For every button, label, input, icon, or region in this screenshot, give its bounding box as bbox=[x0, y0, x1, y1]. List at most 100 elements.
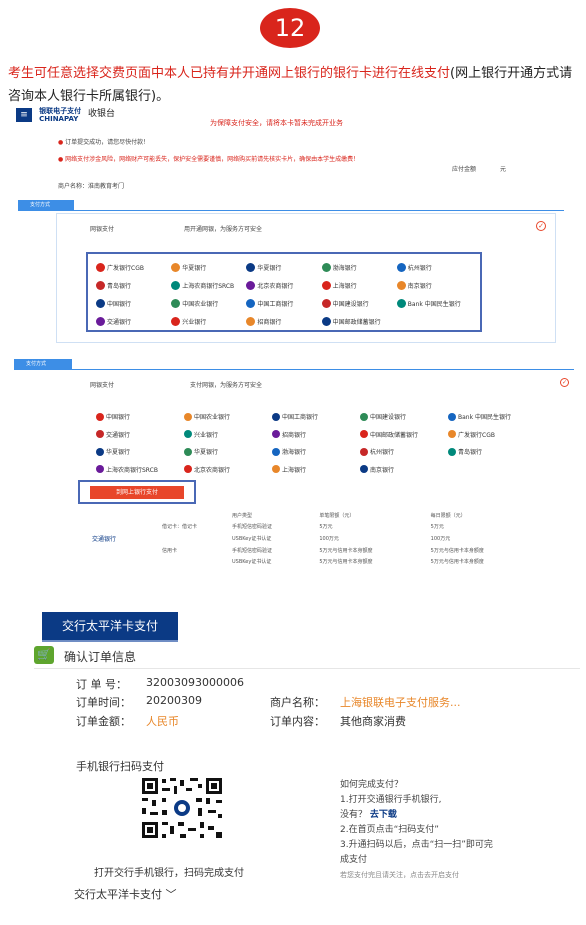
limit-table: 用户类型 单笔限额（元） 每日限额（元） 借记卡：借记卡 手机短信密码验证 5万… bbox=[88, 510, 538, 567]
order-amount-label: 订单金额： bbox=[76, 715, 131, 728]
howto-step: 成支付 bbox=[340, 855, 368, 865]
bank-name: 中国农业银行 bbox=[182, 300, 219, 308]
bocom-card-toggle[interactable]: 交行太平洋卡支付 ﹀ bbox=[74, 886, 177, 902]
howto-step: 没有？ 去下载 bbox=[340, 810, 397, 820]
bank-option[interactable]: 中国银行 bbox=[96, 294, 171, 312]
bank-option[interactable]: 渤海银行 bbox=[272, 443, 360, 460]
bank-name: 中国建设银行 bbox=[370, 414, 407, 421]
bank-option[interactable]: 渤海银行 bbox=[321, 258, 397, 276]
bank-logo-icon bbox=[360, 447, 368, 456]
limit-header: 每日限额（元） bbox=[430, 513, 466, 519]
bank-logo-icon bbox=[272, 447, 280, 456]
bank-logo-icon bbox=[360, 430, 368, 438]
limit-group: 借记卡：借记卡 bbox=[162, 524, 198, 530]
bank-logo-icon bbox=[171, 262, 181, 272]
bank-option[interactable]: 交通银行 bbox=[96, 312, 171, 330]
selected-check-icon[interactable]: ✓ bbox=[536, 221, 546, 231]
bank-option[interactable]: 华夏银行 bbox=[184, 443, 272, 460]
bank-option[interactable]: 中国工商银行 bbox=[272, 408, 360, 425]
download-link[interactable]: 去下载 bbox=[370, 810, 397, 820]
howto-step: 若您支付完且请关注，点击去开启支付 bbox=[340, 871, 459, 879]
bank-logo-icon bbox=[184, 447, 192, 456]
bank-name: 华夏银行 bbox=[182, 264, 207, 272]
bank-name: 兴业银行 bbox=[194, 431, 219, 439]
bocom-side-label: 交通银行 bbox=[92, 536, 117, 543]
bank-name: 青岛银行 bbox=[458, 449, 483, 456]
cart-icon: 🛒 bbox=[34, 646, 54, 664]
netbank-hint-1: 用开通网银，为服务方可安全 bbox=[184, 226, 263, 233]
bank-option[interactable]: 中国农业银行 bbox=[184, 408, 272, 425]
bank-option[interactable]: 中国工商银行 bbox=[246, 294, 321, 312]
bank-option[interactable]: 招商银行 bbox=[272, 426, 360, 443]
bank-logo-icon bbox=[396, 262, 406, 272]
bank-option[interactable]: 上海农商银行SRCB bbox=[171, 276, 246, 294]
bank-option[interactable]: 华夏银行 bbox=[171, 258, 246, 276]
bank-name: 中国农业银行 bbox=[194, 414, 231, 421]
go-netbank-button[interactable]: 到网上银行支付 bbox=[90, 486, 184, 499]
bank-option[interactable]: 兴业银行 bbox=[184, 426, 272, 443]
chinapay-logo-icon: ≡ bbox=[16, 107, 32, 122]
bank-name: 中国工商银行 bbox=[282, 414, 319, 421]
bank-option[interactable]: 杭州银行 bbox=[360, 443, 448, 460]
bank-logo-icon bbox=[321, 262, 331, 272]
bank-name: 上海银行 bbox=[282, 466, 307, 474]
bank-name: 广发银行CGB bbox=[458, 431, 495, 439]
limit-cell: 5万元 bbox=[319, 524, 333, 530]
bank-option[interactable]: 华夏银行 bbox=[96, 443, 184, 460]
bank-option[interactable]: 中国农业银行 bbox=[171, 294, 246, 312]
bank-name: 中国银行 bbox=[107, 300, 132, 308]
bank-name: 上海银行 bbox=[332, 282, 357, 290]
limit-cell: 100万元 bbox=[430, 536, 451, 542]
bank-option[interactable]: 北京农商银行 bbox=[184, 461, 272, 478]
bank-option[interactable]: 南京银行 bbox=[360, 461, 448, 478]
bank-logo-icon bbox=[321, 316, 331, 326]
chinapay-logo-text: 银联电子支付 CHINAPAY bbox=[39, 106, 82, 123]
bank-logo-icon bbox=[246, 280, 256, 290]
bank-logo-icon bbox=[96, 316, 105, 326]
order-content-value: 其他商家消费 bbox=[340, 715, 406, 728]
bank-name: 南京银行 bbox=[370, 466, 395, 474]
bank-option[interactable]: 中国邮政储蓄银行 bbox=[360, 426, 448, 443]
bank-option[interactable]: Bank 中国民生银行 bbox=[396, 294, 472, 312]
bank-grid-2: 中国银行 中国农业银行 中国工商银行 中国建设银行 Bank 中国民生银行交通银行 兴业银… bbox=[96, 408, 536, 478]
bank-option[interactable]: 中国邮政储蓄银行 bbox=[321, 312, 397, 330]
bank-name: 中国建设银行 bbox=[332, 300, 369, 308]
merchant-value: 上海银联电子支付服务... bbox=[340, 696, 461, 709]
bank-option[interactable]: 兴业银行 bbox=[171, 312, 246, 330]
limit-cell: 手机短信密码验证 bbox=[232, 548, 273, 554]
bank-option[interactable]: 招商银行 bbox=[246, 312, 321, 330]
bank-option[interactable]: 广发银行CGB bbox=[96, 258, 171, 276]
bank-name: 招商银行 bbox=[257, 318, 282, 326]
section-divider bbox=[18, 210, 564, 211]
bank-option[interactable]: 上海银行 bbox=[321, 276, 397, 294]
bank-option[interactable]: 杭州银行 bbox=[396, 258, 472, 276]
bank-name: Bank 中国民生银行 bbox=[458, 414, 511, 421]
bank-name: 上海农商银行SRCB bbox=[182, 282, 235, 290]
limit-cell: 5万元与信用卡本身额度 bbox=[430, 548, 484, 554]
bank-option[interactable]: 中国银行 bbox=[96, 408, 184, 425]
bank-option[interactable]: 青岛银行 bbox=[96, 276, 171, 294]
bank-option[interactable]: 南京银行 bbox=[396, 276, 472, 294]
bank-option[interactable]: Bank 中国民生银行 bbox=[448, 408, 536, 425]
selected-check-icon-2[interactable]: ✓ bbox=[560, 378, 569, 387]
bank-option[interactable]: 华夏银行 bbox=[246, 258, 321, 276]
bank-option[interactable]: 广发银行CGB bbox=[448, 426, 536, 443]
bank-logo-icon bbox=[96, 262, 105, 272]
bank-option[interactable]: 上海银行 bbox=[272, 461, 360, 478]
bank-option[interactable]: 交通银行 bbox=[96, 426, 184, 443]
bank-option[interactable]: 北京农商银行 bbox=[246, 276, 321, 294]
bank-option[interactable]: 中国建设银行 bbox=[360, 408, 448, 425]
bank-logo-icon bbox=[448, 412, 456, 421]
confirm-order-heading: 确认订单信息 bbox=[64, 650, 137, 664]
limit-cell: 5万元与信用卡本身额度 bbox=[319, 548, 373, 554]
bank-option[interactable]: 上海农商银行SRCB bbox=[96, 461, 184, 478]
bank-name: 中国银行 bbox=[106, 414, 131, 421]
bank-option[interactable]: 青岛银行 bbox=[448, 443, 536, 460]
bank-option[interactable]: 中国建设银行 bbox=[321, 294, 397, 312]
warning-text: ● 网络支付涉金风险，网络财产可能丢失，保护安全需要谨慎，网络购买前请先核实卡片… bbox=[58, 156, 360, 163]
bank-name: 南京银行 bbox=[407, 282, 432, 290]
bank-name: 杭州银行 bbox=[407, 264, 432, 272]
bank-name: 交通银行 bbox=[107, 318, 132, 326]
bank-name: 北京农商银行 bbox=[257, 282, 294, 290]
heading-divider bbox=[34, 668, 580, 669]
